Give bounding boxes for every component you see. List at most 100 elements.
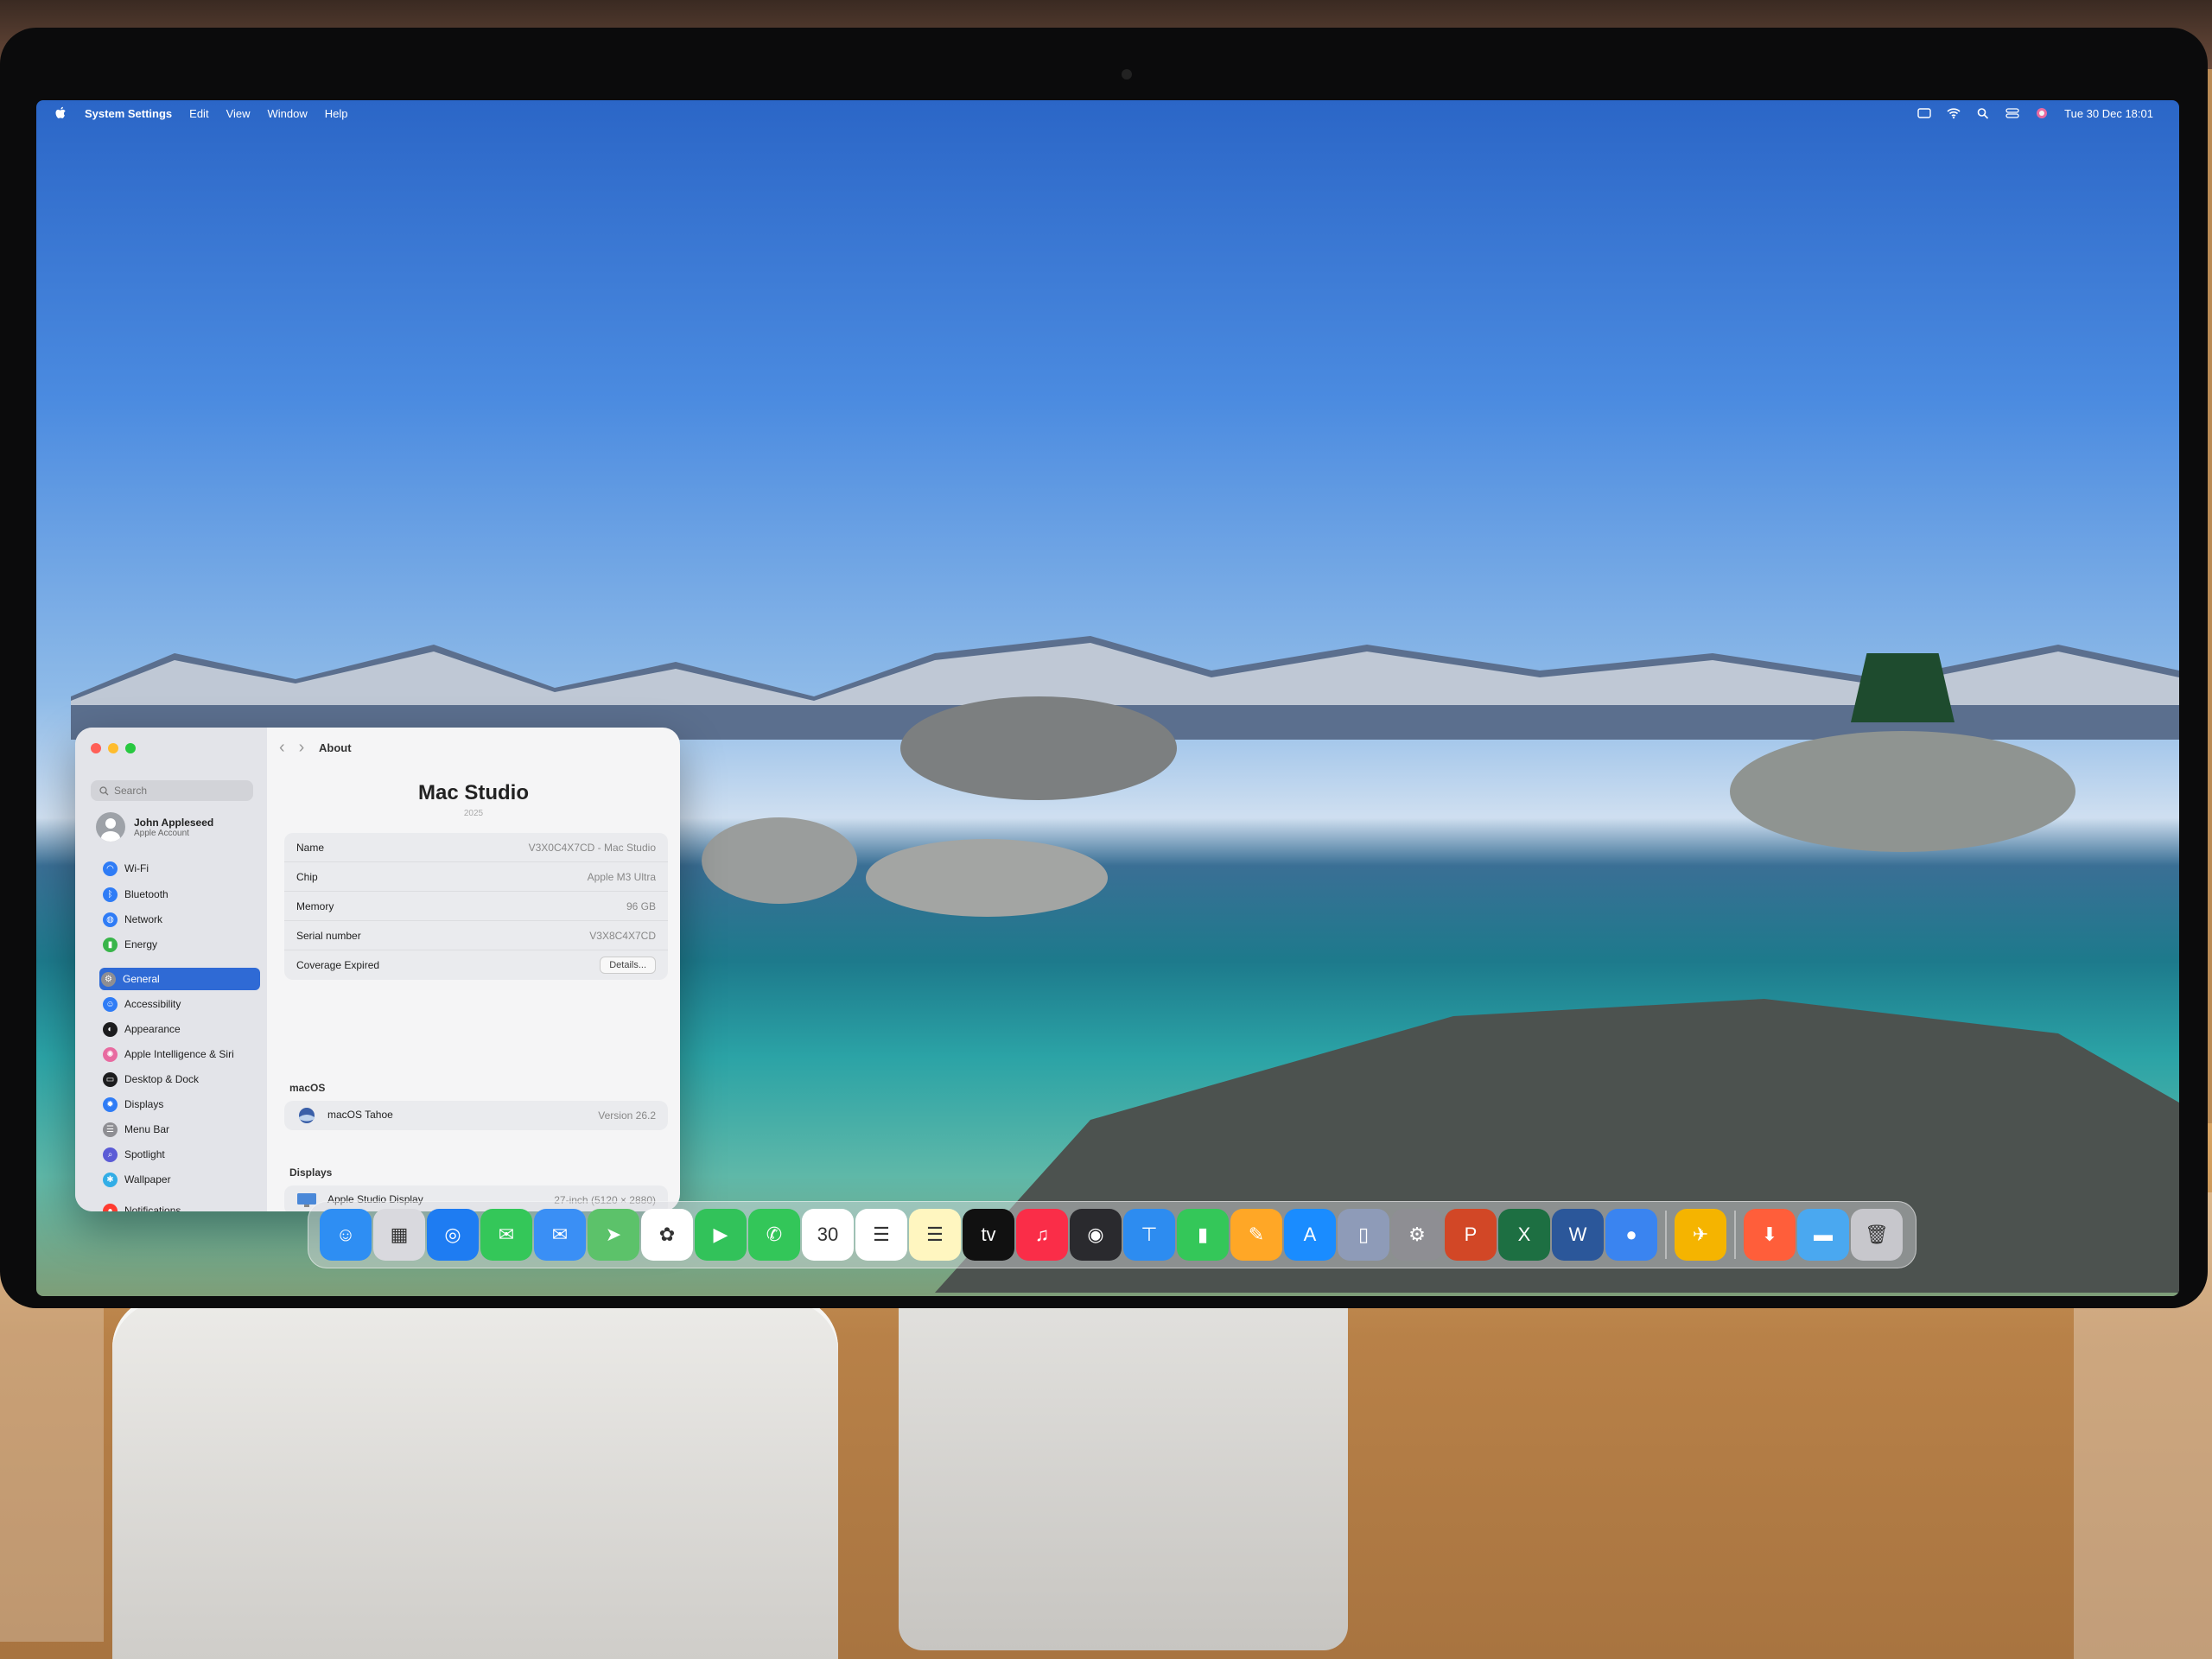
forward-chevron-icon[interactable]: › — [299, 738, 305, 758]
sidebar-item-label: Appearance — [124, 1023, 181, 1035]
apple-menu-icon[interactable] — [55, 106, 67, 120]
swift-playgrounds-icon[interactable]: ✈ — [1675, 1209, 1726, 1261]
bell-icon: ● — [103, 1203, 118, 1211]
device-year: 2025 — [463, 809, 484, 818]
launchpad-icon[interactable]: ▦ — [373, 1209, 425, 1261]
sidebar-item-wifi[interactable]: ◠ Wi-Fi — [101, 857, 262, 880]
dock-glyph: W — [1568, 1224, 1587, 1245]
dock-glyph: ⚙ — [1408, 1224, 1426, 1245]
music-icon[interactable]: ♫ — [1016, 1209, 1068, 1261]
accessibility-icon: ☺ — [103, 996, 118, 1012]
sidebar-item-label: Network — [124, 913, 163, 925]
sidebar-item-wallpaper[interactable]: ✱ Wallpaper — [101, 1168, 262, 1191]
keynote-icon[interactable]: ⊤ — [1123, 1209, 1175, 1261]
close-window-button[interactable] — [91, 743, 101, 753]
dock-glyph: ▦ — [390, 1224, 409, 1245]
appearance-icon: ◐ — [103, 1021, 118, 1037]
sidebar-item-general[interactable]: ⚙ General — [99, 968, 260, 990]
display-mirror-icon[interactable] — [1917, 107, 1931, 119]
dock-glyph: ✿ — [658, 1224, 676, 1245]
menu-window[interactable]: Window — [268, 107, 308, 120]
sidebar-item-label: Energy — [124, 938, 158, 950]
search-icon — [99, 785, 109, 795]
downloads-stack-icon[interactable]: ⬇ — [1744, 1209, 1796, 1261]
search-field[interactable]: Search — [91, 780, 253, 801]
facetime-icon[interactable]: ▶ — [695, 1209, 747, 1261]
macos-tahoe-icon — [299, 1108, 315, 1123]
calendar-icon[interactable]: 30 — [802, 1209, 854, 1261]
sidebar-item-menu-bar[interactable]: ☰ Menu Bar — [101, 1118, 262, 1141]
sidebar-item-spotlight[interactable]: ⌕ Spotlight — [101, 1143, 262, 1166]
trash-icon[interactable]: 🗑 — [1851, 1209, 1903, 1261]
word-icon[interactable]: W — [1552, 1209, 1604, 1261]
sidebar-item-label: Spotlight — [124, 1148, 165, 1160]
numbers-icon[interactable]: ▮ — [1177, 1209, 1229, 1261]
macos-version: Version 26.2 — [598, 1109, 656, 1122]
spotlight-search-icon[interactable] — [1976, 107, 1990, 119]
apple-support-icon[interactable]: ● — [1605, 1209, 1657, 1261]
mail-icon[interactable]: ✉ — [534, 1209, 586, 1261]
sidebar-item-label: Accessibility — [124, 998, 181, 1010]
apple-account-item[interactable]: John Appleseed Apple Account — [96, 812, 213, 842]
pages-icon[interactable]: ✎ — [1230, 1209, 1282, 1261]
dock-glyph: ▮ — [1197, 1224, 1209, 1245]
dock-glyph: 30 — [817, 1224, 839, 1245]
sidebar-item-label: General — [123, 973, 160, 985]
macos-section-header: macOS — [289, 1082, 326, 1094]
menu-app-name[interactable]: System Settings — [85, 107, 172, 120]
folder-icon[interactable]: ▬ — [1797, 1209, 1849, 1261]
dock-glyph: ▶ — [713, 1224, 728, 1245]
messages-icon[interactable]: ✉ — [480, 1209, 532, 1261]
menu-help[interactable]: Help — [325, 107, 348, 120]
sidebar: Search John Appleseed Apple Account ◠ Wi-… — [75, 728, 267, 1211]
screen: System Settings Edit View Window Help Tu… — [36, 100, 2179, 1296]
sidebar-item-network[interactable]: ◍ Network — [101, 908, 262, 931]
back-chevron-icon[interactable]: ‹ — [279, 738, 285, 758]
dock-glyph: ⊤ — [1141, 1224, 1158, 1245]
sidebar-item-bluetooth[interactable]: ᛒ Bluetooth — [101, 883, 262, 906]
control-center-icon[interactable] — [2005, 107, 2019, 119]
menu-bar-clock[interactable]: Tue 30 Dec 18:01 — [2064, 107, 2153, 120]
app-store-icon[interactable]: A — [1284, 1209, 1336, 1261]
status-menus: Tue 30 Dec 18:01 — [1917, 100, 2153, 126]
macos-name: macOS Tahoe — [327, 1109, 393, 1122]
dock-glyph: ☰ — [873, 1224, 890, 1245]
phone-icon[interactable]: ✆ — [748, 1209, 800, 1261]
dock-glyph: ✉ — [498, 1224, 515, 1245]
system-settings-icon[interactable]: ⚙ — [1391, 1209, 1443, 1261]
row-label: Chip — [296, 870, 318, 883]
reminders-icon[interactable]: ☰ — [855, 1209, 907, 1261]
sidebar-item-label: Wi-Fi — [124, 862, 149, 874]
sidebar-item-displays[interactable]: ✹ Displays — [101, 1093, 262, 1116]
photo-booth-icon[interactable]: ◉ — [1070, 1209, 1122, 1261]
dock-icon: ▭ — [103, 1071, 118, 1087]
dock-glyph: ◎ — [444, 1224, 461, 1245]
sidebar-item-appearance[interactable]: ◐ Appearance — [101, 1018, 262, 1040]
mac-studio-computer — [112, 1296, 838, 1659]
safari-icon[interactable]: ◎ — [427, 1209, 479, 1261]
details-button[interactable]: Details... — [600, 957, 656, 974]
siri-icon[interactable] — [2035, 107, 2049, 119]
notes-icon[interactable]: ☰ — [909, 1209, 961, 1261]
sidebar-item-accessibility[interactable]: ☺ Accessibility — [101, 993, 262, 1015]
finder-icon[interactable]: ☺ — [320, 1209, 372, 1261]
table-row: Name V3X0C4X7CD - Mac Studio — [284, 833, 668, 862]
row-label: Name — [296, 841, 325, 854]
sidebar-item-energy[interactable]: ▮ Energy — [101, 933, 262, 956]
dock-glyph: ◉ — [1087, 1224, 1104, 1245]
wifi-icon[interactable] — [1947, 107, 1961, 119]
powerpoint-icon[interactable]: P — [1445, 1209, 1497, 1261]
zoom-window-button[interactable] — [125, 743, 136, 753]
sidebar-item-apple-intelligence[interactable]: ✺ Apple Intelligence & Siri — [101, 1043, 262, 1065]
sidebar-item-desktop-dock[interactable]: ▭ Desktop & Dock — [101, 1068, 262, 1090]
minimize-window-button[interactable] — [108, 743, 118, 753]
wallpaper-icon: ✱ — [103, 1172, 118, 1187]
excel-icon[interactable]: X — [1498, 1209, 1550, 1261]
menu-view[interactable]: View — [226, 107, 251, 120]
iphone-mirroring-icon[interactable]: ▯ — [1338, 1209, 1389, 1261]
menu-edit[interactable]: Edit — [189, 107, 208, 120]
photos-icon[interactable]: ✿ — [641, 1209, 693, 1261]
sidebar-item-notifications[interactable]: ● Notifications — [101, 1199, 262, 1211]
tv-icon[interactable]: tv — [963, 1209, 1014, 1261]
maps-icon[interactable]: ➤ — [588, 1209, 639, 1261]
